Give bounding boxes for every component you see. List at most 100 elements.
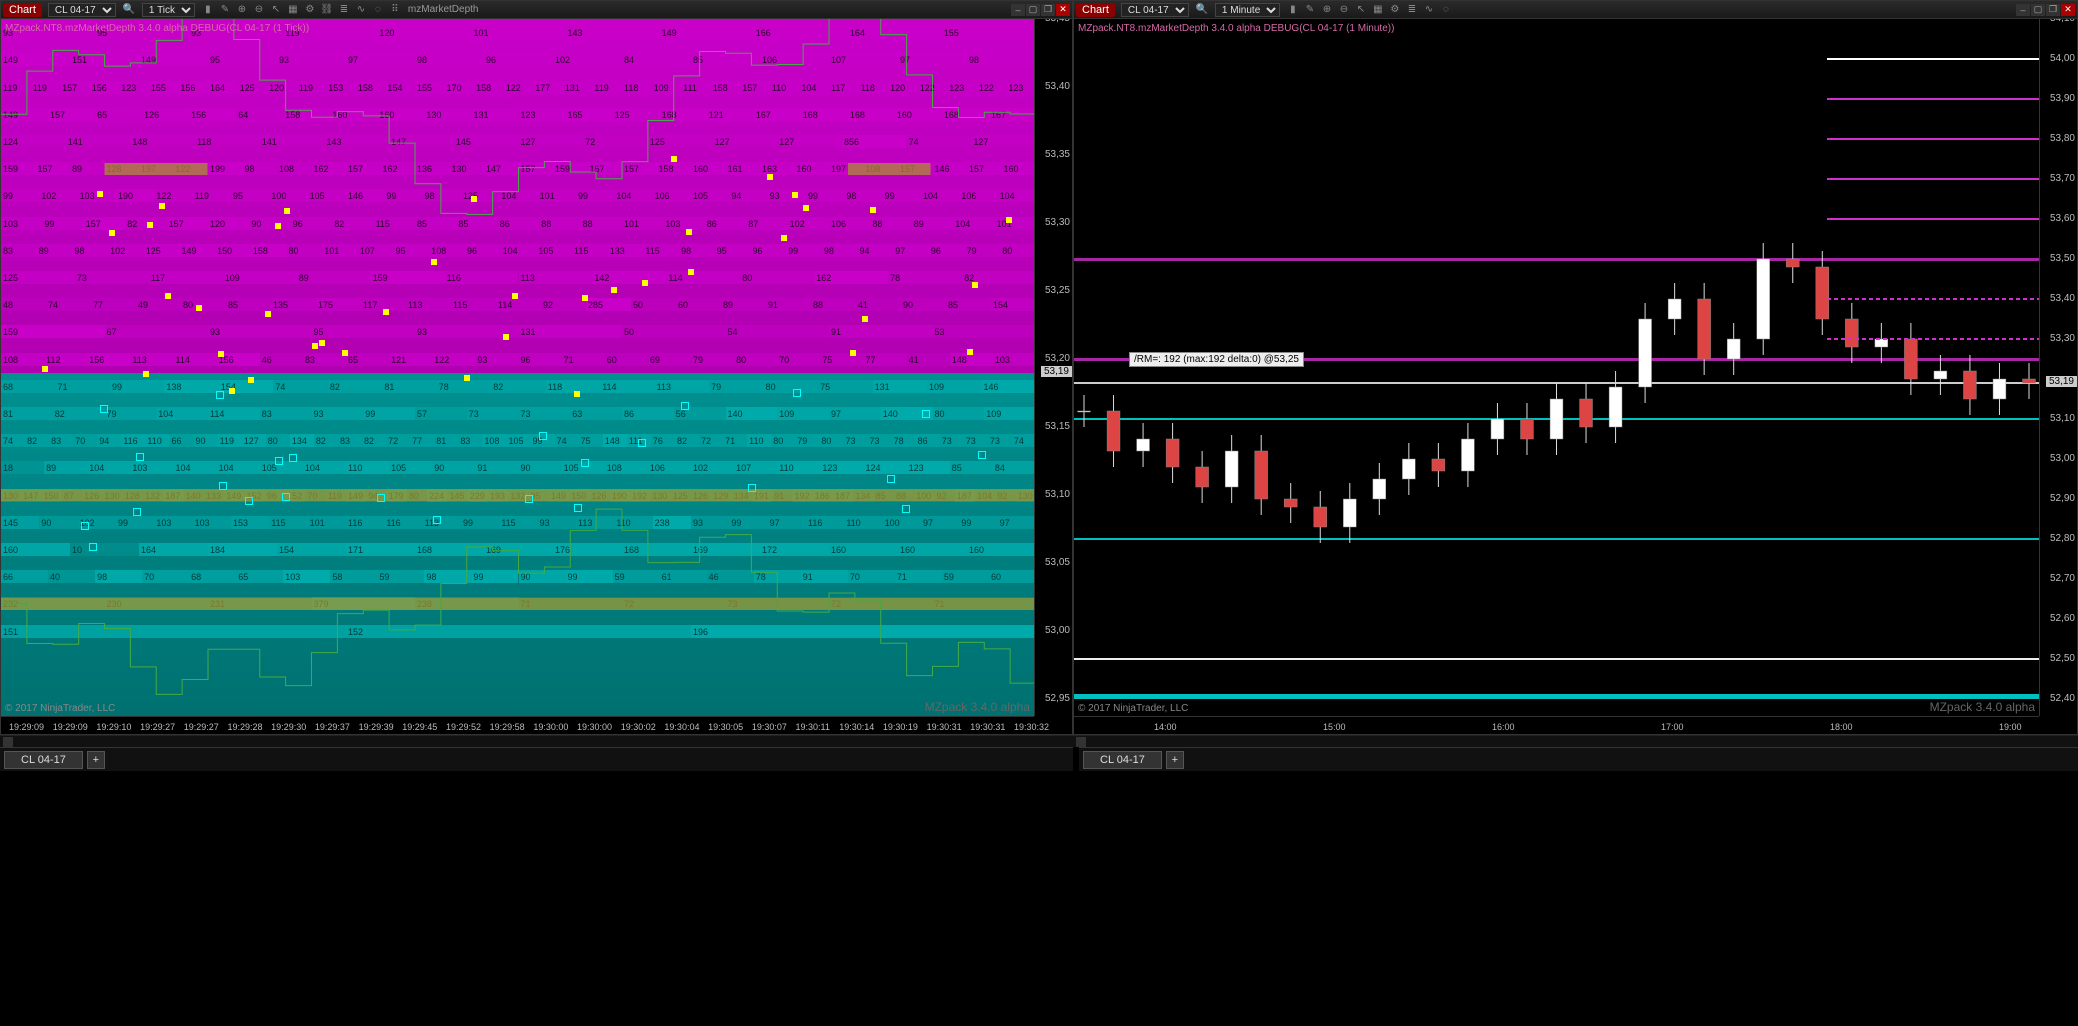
search-icon[interactable]: 🔍 (122, 3, 136, 17)
bars-icon[interactable]: ▮ (201, 3, 215, 17)
panel-title: Chart (3, 3, 42, 17)
copyright-text: © 2017 NinjaTrader, LLC (5, 703, 115, 714)
search-icon[interactable]: 🔍 (1195, 3, 1209, 17)
x-tick: 14:00 (1154, 722, 1177, 732)
y-tick: 53,40 (2050, 293, 2075, 304)
x-tick: 18:00 (1830, 722, 1853, 732)
pointer-icon[interactable]: ↖ (269, 3, 283, 17)
tab-add-button[interactable]: + (87, 751, 105, 769)
tab-symbol[interactable]: CL 04-17 (1083, 751, 1162, 769)
x-tick: 19:00 (1999, 722, 2022, 732)
toolbar-icons: ▮ ✎ ⊕ ⊖ ↖ ▦ ⚙ ≣ ∿ ◌ (1286, 3, 1453, 17)
y-tick: 52,40 (2050, 693, 2075, 704)
y-tick: 53,35 (1045, 149, 1070, 160)
settings-icon[interactable]: ⚙ (303, 3, 317, 17)
pointer-icon[interactable]: ↖ (1354, 3, 1368, 17)
depth-icon[interactable]: ≣ (1405, 3, 1419, 17)
x-tick: 15:00 (1323, 722, 1346, 732)
indicator-label: MZpack.NT8.mzMarketDepth 3.4.0 alpha DEB… (1078, 23, 1394, 34)
y-tick: 53,00 (2050, 453, 2075, 464)
minimize-button[interactable]: – (1011, 4, 1025, 16)
maximize-button[interactable]: ▢ (1026, 4, 1040, 16)
liquidity-dash (1827, 98, 2039, 100)
indicator-name: mzMarketDepth (408, 4, 479, 15)
copyright-text: © 2017 NinjaTrader, LLC (1078, 703, 1188, 714)
chart-panel-right: Chart CL 04-17 🔍 1 Minute ▮ ✎ ⊕ ⊖ ↖ ▦ ⚙ … (1073, 0, 2078, 735)
y-axis[interactable]: 54,1054,0053,9053,8053,7053,6053,5053,40… (2039, 19, 2077, 716)
symbol-select[interactable]: CL 04-17 (1121, 3, 1189, 17)
y-tick: 53,10 (2050, 413, 2075, 424)
liquidity-dash (1827, 418, 2039, 420)
zoom-in-icon[interactable]: ⊕ (235, 3, 249, 17)
data-icon[interactable]: ▦ (286, 3, 300, 17)
y-tick: 54,10 (2050, 19, 2075, 24)
refresh-icon[interactable]: ◌ (1439, 3, 1453, 17)
indicator-label: MZpack.NT8.mzMarketDepth 3.4.0 alpha DEB… (5, 23, 309, 34)
y-tick: 53,45 (1045, 19, 1070, 24)
wave-icon[interactable]: ∿ (1422, 3, 1436, 17)
x-tick: 19:29:52 (446, 722, 481, 732)
x-tick: 19:29:28 (227, 722, 262, 732)
x-tick: 19:30:05 (708, 722, 743, 732)
restore-button[interactable]: ❐ (2046, 4, 2060, 16)
zoom-out-icon[interactable]: ⊖ (252, 3, 266, 17)
y-tick: 53,40 (1045, 81, 1070, 92)
maximize-button[interactable]: ▢ (2031, 4, 2045, 16)
pencil-icon[interactable]: ✎ (218, 3, 232, 17)
chain-icon[interactable]: ⛓ (320, 3, 334, 17)
y-tick: 53,30 (1045, 217, 1070, 228)
toolbar-icons: ▮ ✎ ⊕ ⊖ ↖ ▦ ⚙ ⛓ ≣ ∿ ◌ ⠿ (201, 3, 402, 17)
y-tick: 52,90 (2050, 493, 2075, 504)
y-tick: 53,20 (1045, 353, 1070, 364)
watermark-text: MZpack 3.4.0 alpha (1930, 700, 2035, 714)
titlebar-right: Chart CL 04-17 🔍 1 Minute ▮ ✎ ⊕ ⊖ ↖ ▦ ⚙ … (1074, 1, 2077, 19)
settings-icon[interactable]: ⚙ (1388, 3, 1402, 17)
chart-body-right[interactable]: 54,1054,0053,9053,8053,7053,6053,5053,40… (1074, 19, 2077, 734)
wave-icon[interactable]: ∿ (354, 3, 368, 17)
x-tick: 19:29:58 (490, 722, 525, 732)
y-tick: 53,70 (2050, 173, 2075, 184)
y-tick: 52,80 (2050, 533, 2075, 544)
tabbar-right: CL 04-17 + (1079, 747, 2078, 771)
y-tick: 52,95 (1045, 693, 1070, 704)
liquidity-dash (1827, 538, 2039, 540)
bars-icon[interactable]: ▮ (1286, 3, 1300, 17)
depth-icon[interactable]: ≣ (337, 3, 351, 17)
refresh-icon[interactable]: ◌ (371, 3, 385, 17)
close-button[interactable]: ✕ (1056, 4, 1070, 16)
x-tick: 19:30:31 (927, 722, 962, 732)
restore-button[interactable]: ❐ (1041, 4, 1055, 16)
y-tick: 53,80 (2050, 133, 2075, 144)
tab-symbol[interactable]: CL 04-17 (4, 751, 83, 769)
h-scrollbar-left[interactable] (0, 735, 1073, 747)
x-tick: 19:30:11 (796, 722, 830, 732)
y-axis[interactable]: 53,4553,4053,3553,3053,2553,2053,1953,15… (1034, 19, 1072, 716)
y-tick: 52,70 (2050, 573, 2075, 584)
x-tick: 19:29:27 (184, 722, 219, 732)
symbol-select[interactable]: CL 04-17 (48, 3, 116, 17)
x-tick: 19:30:07 (752, 722, 787, 732)
minimize-button[interactable]: – (2016, 4, 2030, 16)
x-axis[interactable]: 14:0015:0016:0017:0018:0019:00 (1074, 716, 2039, 734)
zoom-in-icon[interactable]: ⊕ (1320, 3, 1334, 17)
x-tick: 19:29:10 (96, 722, 131, 732)
liquidity-dash (1827, 138, 2039, 140)
y-tick: 53,50 (2050, 253, 2075, 264)
titlebar-left: Chart CL 04-17 🔍 1 Tick ▮ ✎ ⊕ ⊖ ↖ ▦ ⚙ ⛓ … (1, 1, 1072, 19)
zoom-out-icon[interactable]: ⊖ (1337, 3, 1351, 17)
y-tick: 53,10 (1045, 489, 1070, 500)
x-tick: 19:30:00 (533, 722, 568, 732)
more-icon[interactable]: ⠿ (388, 3, 402, 17)
x-axis[interactable]: 19:29:0919:29:0919:29:1019:29:2719:29:27… (1, 716, 1034, 734)
data-icon[interactable]: ▦ (1371, 3, 1385, 17)
h-scrollbar-right[interactable] (1073, 735, 2078, 747)
chart-body-left[interactable]: 9395931191201011431491661641551491511499… (1, 19, 1072, 734)
x-tick: 19:29:27 (140, 722, 175, 732)
x-tick: 19:30:19 (883, 722, 918, 732)
close-button[interactable]: ✕ (2061, 4, 2075, 16)
interval-select[interactable]: 1 Minute (1215, 3, 1280, 17)
tab-add-button[interactable]: + (1166, 751, 1184, 769)
pencil-icon[interactable]: ✎ (1303, 3, 1317, 17)
y-tick: 53,90 (2050, 93, 2075, 104)
interval-select[interactable]: 1 Tick (142, 3, 195, 17)
